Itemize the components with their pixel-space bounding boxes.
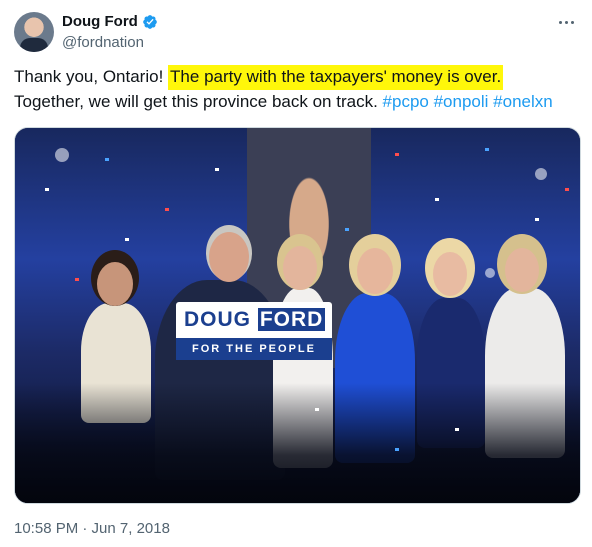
hashtag-onelxn[interactable]: #onelxn: [493, 92, 553, 111]
author-handle[interactable]: @fordnation: [62, 34, 144, 51]
podium-sign: DOUG FORD FOR THE PEOPLE: [176, 302, 332, 360]
tweet-text-intro: Thank you, Ontario!: [14, 67, 164, 86]
stage-backdrop-left: [15, 158, 165, 298]
hashtag-onpoli[interactable]: #onpoli: [434, 92, 489, 111]
verified-badge-icon: [142, 14, 157, 29]
more-options-icon: [558, 20, 562, 24]
more-options-button[interactable]: [554, 10, 578, 34]
hashtag-pcpo[interactable]: #pcpo: [383, 92, 429, 111]
avatar[interactable]: [14, 12, 54, 52]
display-name[interactable]: Doug Ford: [62, 13, 138, 30]
sign-last-name: FORD: [257, 308, 326, 331]
tweet-timestamp[interactable]: 10:58 PM · Jun 7, 2018: [14, 520, 170, 537]
tweet-text-highlighted: The party with the taxpayers' money is o…: [168, 65, 504, 90]
tweet-text: Thank you, Ontario! The party with the t…: [14, 64, 584, 114]
sign-slogan: FOR THE PEOPLE: [176, 338, 332, 360]
author-name-row: Doug Ford: [62, 13, 158, 30]
tweet-photo[interactable]: DOUG FORD FOR THE PEOPLE: [14, 127, 581, 504]
tweet-text-line2: Together, we will get this province back…: [14, 92, 378, 111]
crowd-foreground: [15, 383, 580, 503]
sign-first-name: DOUG: [184, 308, 251, 331]
